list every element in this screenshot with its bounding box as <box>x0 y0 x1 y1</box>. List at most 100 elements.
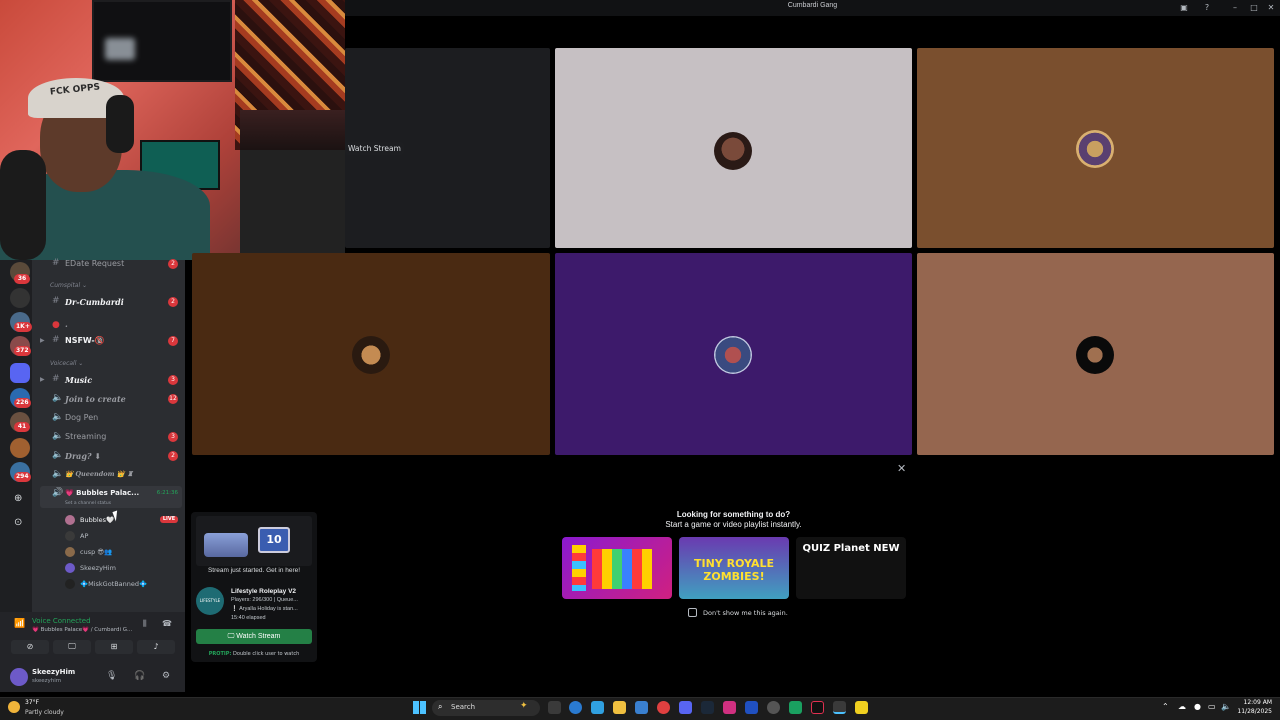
add-server-icon[interactable]: ⊕ <box>14 493 22 504</box>
channel-item[interactable]: 🔈 Dog Pen <box>32 410 185 426</box>
game-card-quiz[interactable]: QUIZ Planet NEW <box>796 537 906 599</box>
chatgpt-icon[interactable] <box>767 701 780 714</box>
participant-tile[interactable] <box>917 253 1274 455</box>
volume-icon[interactable]: 🔈 <box>1221 702 1231 711</box>
protip-text: Double click user to watch <box>233 651 300 657</box>
server-badge: 226 <box>14 398 31 408</box>
channel-item[interactable]: 🔈 Streaming 3 <box>32 429 185 445</box>
watch-stream-tooltip[interactable]: Watch Stream <box>345 142 404 155</box>
camera-button[interactable]: ⊘ <box>11 640 49 654</box>
game-card-blocks[interactable] <box>562 537 672 599</box>
activities-button[interactable]: ⊞ <box>95 640 133 654</box>
mic-icon[interactable]: 🎙 <box>106 671 117 681</box>
participant-tile[interactable] <box>555 253 912 455</box>
weather-icon[interactable] <box>8 701 20 713</box>
screen-share-button[interactable]: 🖵 <box>53 640 91 654</box>
server-badge: 36 <box>14 274 30 284</box>
help-icon[interactable]: ? <box>1201 2 1213 14</box>
activity-subtitle: Start a game or video playlist instantly… <box>665 520 802 529</box>
voice-connected-panel <box>0 612 185 662</box>
sticky-notes-icon[interactable] <box>855 701 868 714</box>
channel-item[interactable]: 🔈 Drag? ⬇ 2 <box>32 448 185 464</box>
server-icon[interactable] <box>10 288 30 308</box>
minimize-button[interactable]: – <box>1229 2 1241 14</box>
channel-status[interactable]: Set a channel status <box>65 501 111 506</box>
discover-icon[interactable]: ⊙ <box>14 517 22 528</box>
voice-timer: 6:21:36 <box>156 490 178 496</box>
channel-item[interactable]: # EDate Request 2 <box>32 256 185 272</box>
tray-app-icon[interactable]: ☁ <box>1178 702 1186 711</box>
voice-user[interactable]: 💠MiskGotBanned💠 <box>32 576 185 592</box>
participant-avatar <box>352 336 390 374</box>
chevron-right-icon: ▶ <box>40 376 45 383</box>
channel-item[interactable]: # Dr-Cumbardi 2 <box>32 294 185 310</box>
maximize-button[interactable]: □ <box>1248 2 1260 14</box>
app-icon[interactable] <box>833 701 846 714</box>
inbox-icon[interactable]: ▣ <box>1178 2 1190 14</box>
close-icon[interactable]: ✕ <box>897 462 906 475</box>
voice-connected-subtitle[interactable]: 💗 Bubbles Palace💗 / Cumbardi G... <box>32 627 132 633</box>
watch-stream-button[interactable]: 🖵 Watch Stream <box>196 629 312 644</box>
user-tag: skeezyhim <box>32 678 62 684</box>
channel-item[interactable]: ● · <box>32 318 185 334</box>
background-shelf <box>240 110 345 150</box>
tray-app-icon[interactable]: ● <box>1194 702 1201 711</box>
app-icon[interactable] <box>745 701 758 714</box>
microphone <box>0 150 46 260</box>
text-channel-icon: # <box>52 374 60 384</box>
weather-temp[interactable]: 37°F <box>25 699 39 706</box>
clock-time[interactable]: 12:09 AM <box>1236 699 1272 706</box>
dont-show-checkbox[interactable] <box>688 608 697 617</box>
disconnect-icon[interactable]: ☎ <box>162 619 172 628</box>
illustration-couch <box>204 533 248 557</box>
category-label[interactable]: Cumspital ⌄ <box>50 282 87 289</box>
chrome-icon[interactable] <box>657 701 670 714</box>
signal-icon[interactable]: 📶 <box>14 619 25 629</box>
chevron-right-icon: ▶ <box>40 337 45 344</box>
tray-chevron-icon[interactable]: ⌃ <box>1162 702 1169 711</box>
participant-tile[interactable] <box>555 48 912 248</box>
channel-item[interactable]: ▶ # NSFW-🔞 7 <box>32 333 185 349</box>
rich-presence-line: ❕ Aryalla Holiday is stan... <box>231 606 298 612</box>
server-icon[interactable] <box>10 363 30 383</box>
participant-avatar <box>714 336 752 374</box>
app-icon[interactable] <box>789 701 802 714</box>
user-avatar[interactable] <box>10 668 28 686</box>
server-icon[interactable] <box>10 438 30 458</box>
noise-suppression-icon[interactable]: ⫼ <box>143 619 147 629</box>
voice-user[interactable]: SkeezyHim <box>32 560 185 576</box>
channel-item[interactable]: 🔈 Join to create 12 <box>32 391 185 407</box>
clock-date[interactable]: 11/28/2025 <box>1236 708 1272 715</box>
file-explorer-icon[interactable] <box>613 701 626 714</box>
category-label[interactable]: Voicecall ⌄ <box>50 360 83 367</box>
app-icon[interactable] <box>591 701 604 714</box>
settings-gear-icon[interactable]: ⚙ <box>162 671 170 681</box>
headphones-icon[interactable]: 🎧 <box>134 671 145 681</box>
participant-tile[interactable] <box>192 253 550 455</box>
discord-icon[interactable] <box>679 701 692 714</box>
participant-tile[interactable] <box>917 48 1274 248</box>
speaker-icon: 🔊 <box>52 488 64 498</box>
soundboard-button[interactable]: ♪ <box>137 640 175 654</box>
voice-user[interactable]: cusp 😎👥 <box>32 544 185 560</box>
voice-user[interactable]: AP <box>32 528 185 544</box>
instagram-icon[interactable] <box>723 701 736 714</box>
tiktok-icon[interactable] <box>811 701 824 714</box>
close-button[interactable]: ✕ <box>1265 2 1277 14</box>
weather-desc[interactable]: Partly cloudy <box>25 709 64 716</box>
channel-item[interactable]: 🔈 👑 Queendom 👑 ♜ <box>32 467 185 483</box>
start-button[interactable] <box>413 701 426 714</box>
task-view-icon[interactable] <box>548 701 561 714</box>
active-voice-channel[interactable]: 🔊 💗 Bubbles Palac... 6:21:36 Set a chann… <box>40 486 182 508</box>
network-icon[interactable]: ▭ <box>1208 702 1216 711</box>
copilot-icon[interactable]: ✦ <box>520 701 528 711</box>
participant-avatar <box>714 132 752 170</box>
tv-glow <box>105 38 135 60</box>
store-icon[interactable] <box>635 701 648 714</box>
dont-show-label: Don't show me this again. <box>703 609 788 617</box>
activity-title: Looking for something to do? <box>676 510 791 519</box>
edge-icon[interactable] <box>569 701 582 714</box>
game-card-zombies[interactable]: TINY ROYALE ZOMBIES! <box>679 537 789 599</box>
channel-item[interactable]: ▶ # Music 3 <box>32 372 185 388</box>
steam-icon[interactable] <box>701 701 714 714</box>
